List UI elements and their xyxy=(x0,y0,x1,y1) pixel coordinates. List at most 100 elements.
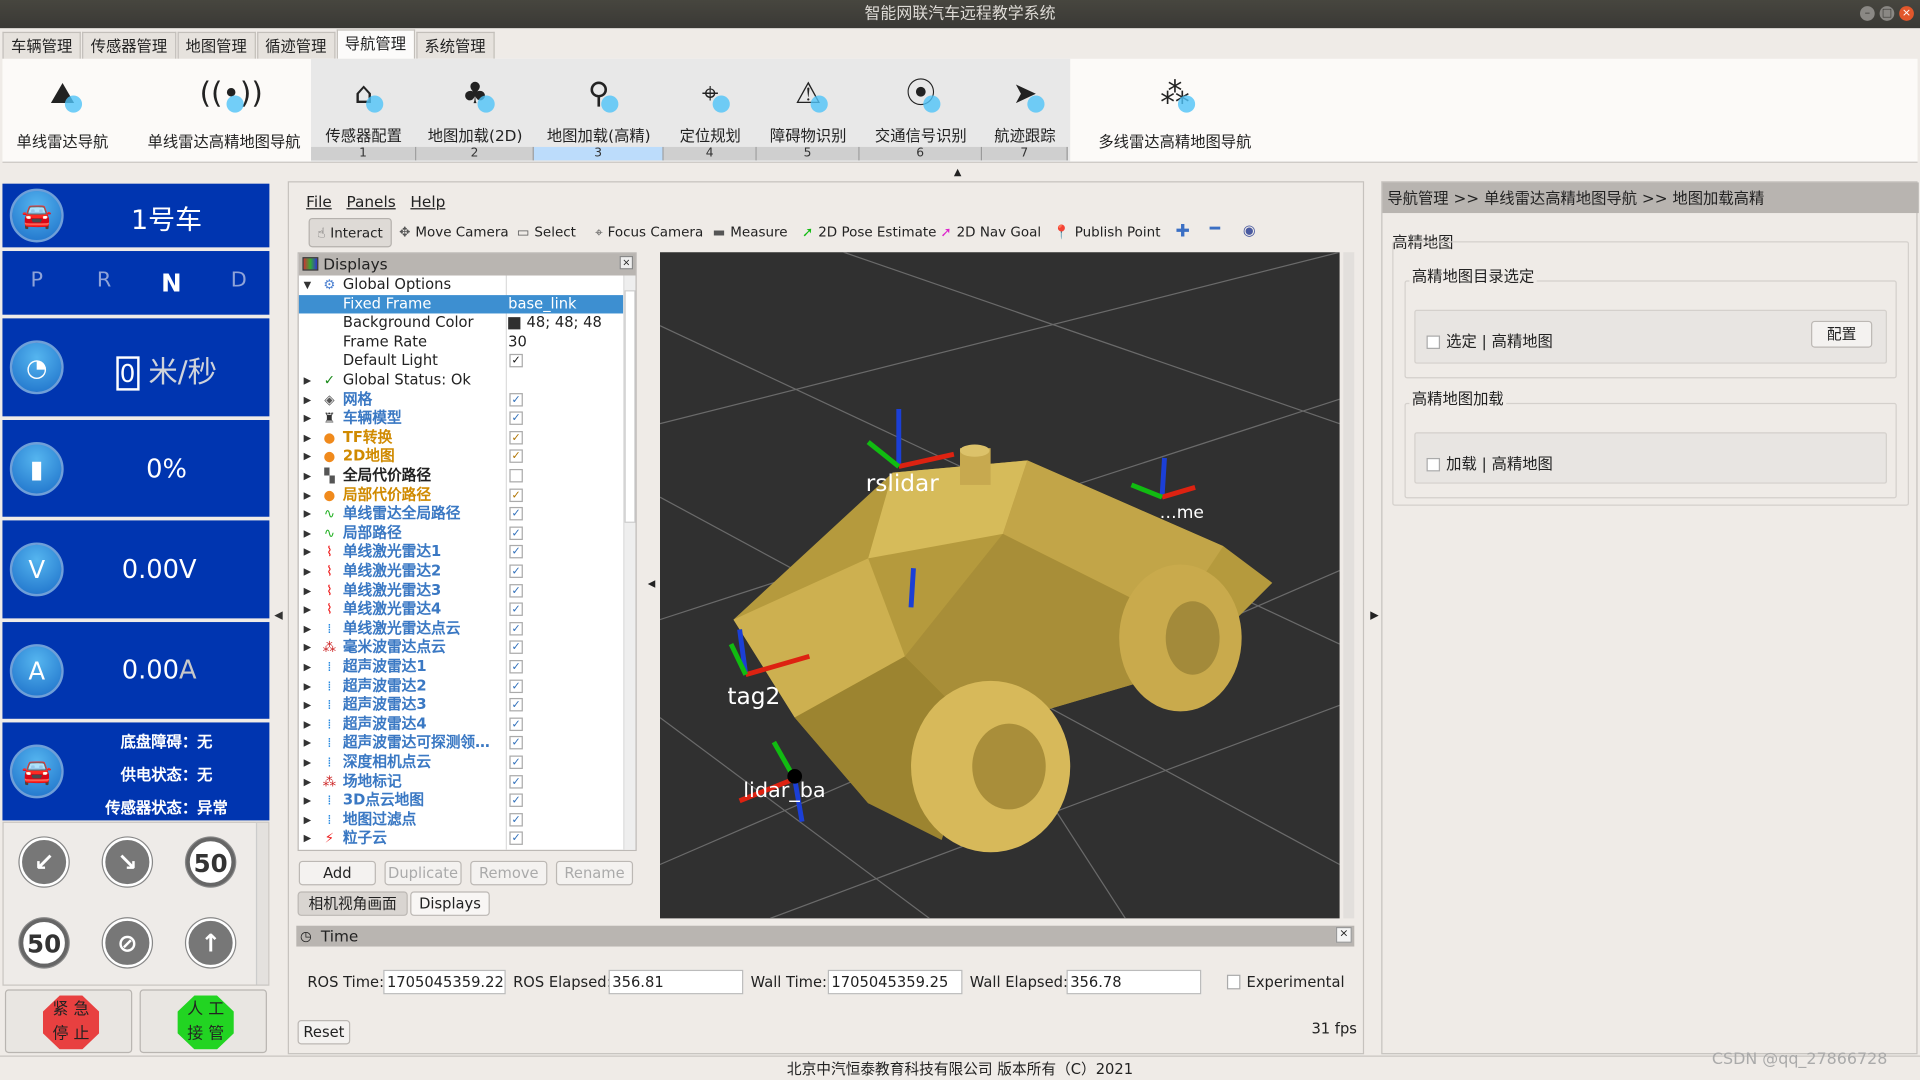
tab-3[interactable]: 循迹管理 xyxy=(256,31,335,59)
display-enabled-checkbox[interactable]: ✓ xyxy=(509,583,523,598)
gear-R[interactable]: R xyxy=(92,268,116,292)
display-enabled-checkbox[interactable]: ✓ xyxy=(509,717,523,731)
display-item[interactable]: ▶ ● 局部代价路径 ✓ xyxy=(299,486,623,505)
display-item[interactable]: ▶ ◈ 网格 ✓ xyxy=(299,390,623,409)
collapse-displays-icon[interactable]: ◀ xyxy=(648,578,656,589)
close-time-icon[interactable]: × xyxy=(1335,926,1352,943)
display-item[interactable]: ▶ ▚ 全局代价路径 xyxy=(299,467,623,486)
display-enabled-checkbox[interactable]: ✓ xyxy=(509,755,523,769)
load-hd-map-checkbox[interactable]: 加载 | 高精地图 xyxy=(1426,451,1553,474)
property-value[interactable]: 48; 48; 48 xyxy=(508,314,602,333)
ribbon-item-ribbon-left-1[interactable]: ((•)) 单线雷达高精地图导航 xyxy=(143,59,305,162)
property-row[interactable]: Default Light ✓ xyxy=(299,352,623,371)
property-value[interactable]: base_link xyxy=(508,295,576,314)
display-item[interactable]: ▶ ⁞ 超声波雷达3 ✓ xyxy=(299,696,623,715)
expand-arrow-icon[interactable]: ▶ xyxy=(304,810,312,829)
expand-arrow-icon[interactable]: ▶ xyxy=(304,447,312,466)
display-enabled-checkbox[interactable]: ✓ xyxy=(509,831,523,846)
expand-arrow-icon[interactable]: ▶ xyxy=(304,390,312,409)
scrollbar[interactable] xyxy=(255,822,269,985)
tab-2[interactable]: 地图管理 xyxy=(176,31,256,59)
menu-panels[interactable]: Panels xyxy=(346,192,395,210)
tool-2d-pose-estimate[interactable]: ➚ 2D Pose Estimate xyxy=(802,218,936,247)
experimental-checkbox[interactable] xyxy=(1226,974,1241,990)
display-item[interactable]: ▶ ⌇ 单线激光雷达1 ✓ xyxy=(299,543,623,562)
display-item[interactable]: ▶ ⌇ 单线激光雷达2 ✓ xyxy=(299,562,623,581)
expand-arrow-icon[interactable]: ▶ xyxy=(304,772,312,791)
display-enabled-checkbox[interactable]: ✓ xyxy=(509,736,523,750)
display-item[interactable]: ▶ ● 2D地图 ✓ xyxy=(299,447,623,466)
expand-arrow-icon[interactable]: ▶ xyxy=(304,696,312,715)
expand-arrow-icon[interactable]: ▶ xyxy=(304,829,312,848)
expand-arrow-icon[interactable]: ▶ xyxy=(304,543,312,562)
tree-global-options[interactable]: ▼ ⚙ Global Options xyxy=(299,276,623,295)
collapse-left-icon[interactable]: ◀ xyxy=(274,610,282,622)
expand-arrow-icon[interactable]: ▼ xyxy=(304,276,312,295)
tab-0[interactable]: 车辆管理 xyxy=(2,31,81,59)
display-enabled-checkbox[interactable]: ✓ xyxy=(509,812,523,827)
add-tool-icon[interactable]: ✚ xyxy=(1176,222,1190,242)
display-item[interactable]: ▶ ⁞ 超声波雷达2 ✓ xyxy=(299,677,623,696)
minimize-button[interactable]: – xyxy=(1860,6,1875,21)
rename-button[interactable]: Rename xyxy=(555,860,634,886)
remove-tool-icon[interactable]: ━ xyxy=(1210,219,1220,239)
expand-arrow-icon[interactable]: ▶ xyxy=(304,791,312,810)
tool-move-camera[interactable]: ✥ Move Camera xyxy=(399,218,508,247)
display-enabled-checkbox[interactable]: ✓ xyxy=(509,679,523,693)
ribbon-item-ribbon-left-0[interactable]: ⛰ 单线雷达导航 xyxy=(2,59,122,162)
traffic-sign-5[interactable]: ↑ xyxy=(186,918,236,968)
property-row[interactable]: Fixed Frame base_link xyxy=(298,294,624,314)
display-enabled-checkbox[interactable]: ✓ xyxy=(509,526,523,540)
traffic-sign-3[interactable]: 50 xyxy=(19,918,69,968)
traffic-sign-0[interactable]: ↙ xyxy=(19,837,69,887)
eye-icon[interactable]: ◉ xyxy=(1243,222,1256,239)
tool-focus-camera[interactable]: ⌖ Focus Camera xyxy=(595,218,703,247)
3d-viewport[interactable]: rslidar tag2 lidar_ba …me xyxy=(660,252,1340,919)
tab-5[interactable]: 系统管理 xyxy=(415,31,495,59)
display-item[interactable]: ▶ ⁞ 3D点云地图 ✓ xyxy=(299,791,623,810)
display-enabled-checkbox[interactable]: ✓ xyxy=(509,602,523,617)
duplicate-button[interactable]: Duplicate xyxy=(384,860,462,886)
expand-arrow-icon[interactable]: ▶ xyxy=(304,524,312,543)
collapse-right-icon[interactable]: ▶ xyxy=(1370,610,1378,622)
expand-arrow-icon[interactable]: ▶ xyxy=(304,428,312,447)
display-item[interactable]: ▶ ⌇ 单线激光雷达4 ✓ xyxy=(299,600,623,619)
display-item[interactable]: ▶ ∿ 局部路径 ✓ xyxy=(299,524,623,543)
display-item[interactable]: ▶ ∿ 单线雷达全局路径 ✓ xyxy=(299,505,623,524)
emergency-stop-button[interactable]: 紧 急停 止 xyxy=(4,989,133,1054)
tab-1[interactable]: 传感器管理 xyxy=(82,31,176,59)
expand-arrow-icon[interactable]: ▶ xyxy=(304,658,312,677)
tool-publish-point[interactable]: 📍 Publish Point xyxy=(1053,218,1160,247)
display-enabled-checkbox[interactable]: ✓ xyxy=(509,698,523,712)
traffic-sign-2[interactable]: 50 xyxy=(186,837,236,887)
display-enabled-checkbox[interactable]: ✓ xyxy=(509,564,523,578)
gear-N[interactable]: N xyxy=(159,268,183,297)
collapse-ribbon-icon[interactable]: ▲ xyxy=(954,167,962,178)
tab-camera-view[interactable]: 相机视角画面 xyxy=(297,891,408,916)
tree-global-status[interactable]: ▶ ✓ Global Status: Ok xyxy=(299,371,623,390)
display-item[interactable]: ▶ ● TF转换 ✓ xyxy=(299,428,623,447)
expand-arrow-icon[interactable]: ▶ xyxy=(304,677,312,696)
expand-arrow-icon[interactable]: ▶ xyxy=(304,371,312,390)
display-enabled-checkbox[interactable]: ✓ xyxy=(509,449,523,464)
config-button[interactable]: 配置 xyxy=(1811,320,1873,348)
expand-arrow-icon[interactable]: ▶ xyxy=(304,581,312,600)
display-enabled-checkbox[interactable]: ✓ xyxy=(509,411,523,426)
expand-arrow-icon[interactable]: ▶ xyxy=(304,486,312,505)
gear-D[interactable]: D xyxy=(227,268,251,292)
display-item[interactable]: ▶ ⁞ 地图过滤点 ✓ xyxy=(299,810,623,829)
display-item[interactable]: ▶ ⚡ 粒子云 ✓ xyxy=(299,829,623,848)
display-enabled-checkbox[interactable]: ✓ xyxy=(509,545,523,559)
ros-time-field[interactable]: 1705045359.22 xyxy=(383,969,506,995)
wall-elapsed-field[interactable]: 356.78 xyxy=(1066,969,1202,995)
tool-measure[interactable]: ▬ Measure xyxy=(713,218,788,247)
reset-button[interactable]: Reset xyxy=(297,1020,351,1045)
display-enabled-checkbox[interactable]: ✓ xyxy=(509,774,523,789)
display-item[interactable]: ▶ ⁂ 场地标记 ✓ xyxy=(299,772,623,791)
display-item[interactable]: ▶ ⁂ 毫米波雷达点云 ✓ xyxy=(299,638,623,657)
expand-arrow-icon[interactable]: ▶ xyxy=(304,600,312,619)
display-enabled-checkbox[interactable]: ✓ xyxy=(509,507,523,521)
tool-interact[interactable]: ☝ Interact xyxy=(308,217,392,248)
display-enabled-checkbox[interactable]: ✓ xyxy=(509,430,523,445)
maximize-button[interactable]: □ xyxy=(1879,6,1895,21)
